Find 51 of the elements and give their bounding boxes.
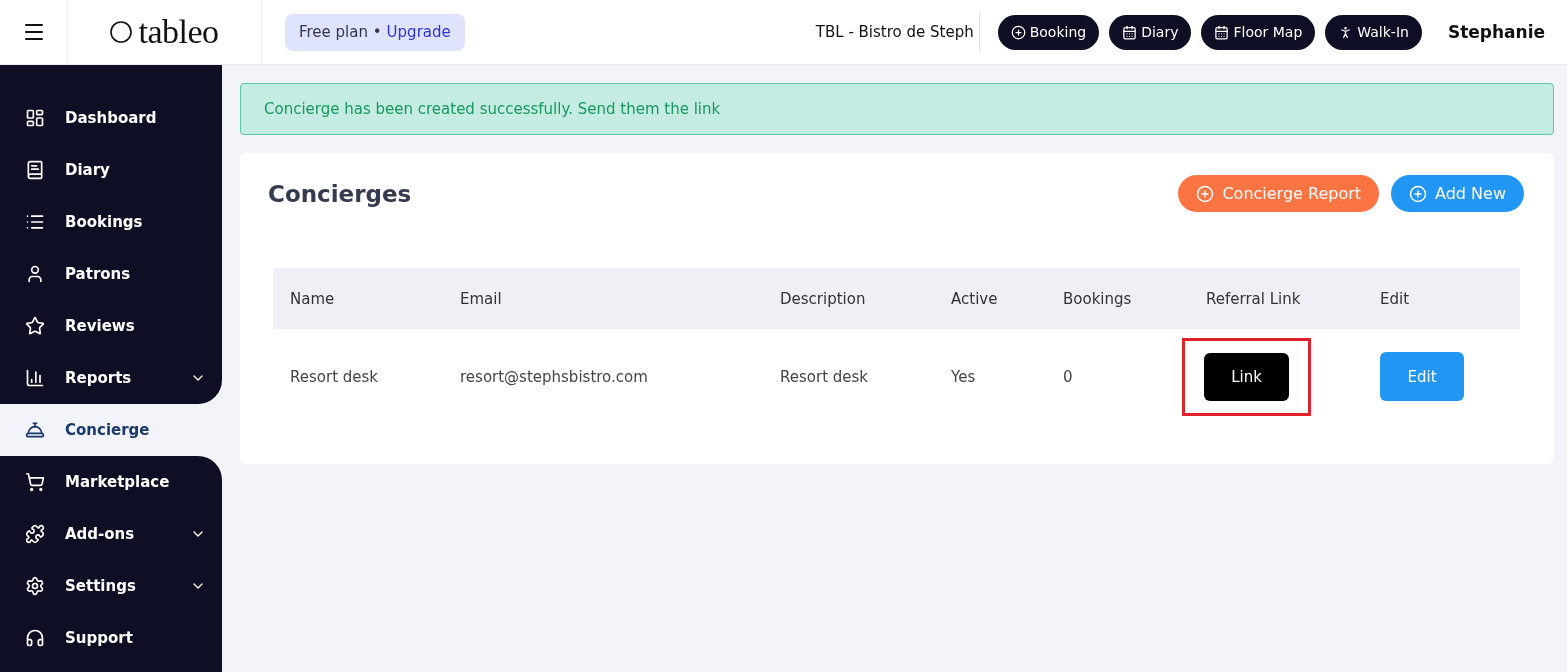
- nav-icon: [25, 264, 45, 284]
- plus-circle-icon: [1196, 184, 1215, 203]
- header-action-button[interactable]: Walk-In: [1325, 14, 1422, 50]
- sidebar-item[interactable]: Add-ons: [0, 508, 222, 560]
- nav-icon: [25, 420, 45, 440]
- sidebar-item[interactable]: Dashboard: [0, 92, 222, 144]
- action-icon: [1214, 24, 1230, 40]
- plus-circle-icon: [1409, 184, 1428, 203]
- column-header: Email: [460, 289, 503, 308]
- nav-icon: [25, 628, 45, 648]
- action-icon: [1010, 24, 1026, 40]
- table-cell-text: Resort desk: [780, 367, 870, 386]
- nav-icon: [25, 576, 45, 596]
- table-cell-text: resort@stephsbistro.com: [460, 367, 649, 386]
- header-action-button[interactable]: Floor Map: [1201, 14, 1316, 50]
- sidebar-item[interactable]: Reports: [0, 352, 222, 404]
- column-header: Bookings: [1063, 289, 1133, 308]
- nav-icon: [25, 212, 45, 232]
- column-header: Edit: [1380, 289, 1411, 308]
- plan-text: Free plan •: [299, 23, 382, 41]
- table-cell-text: Yes: [951, 367, 977, 386]
- success-alert: Concierge has been created successfully. Send them the link: [240, 83, 1554, 135]
- upgrade-link[interactable]: Upgrade: [386, 23, 451, 41]
- logo: tableo: [68, 0, 262, 64]
- nav-icon: [25, 524, 45, 544]
- column-header: Name: [290, 289, 336, 308]
- nav-icon: [25, 472, 45, 492]
- ring-icon: [110, 21, 133, 43]
- nav-icon: [25, 368, 45, 388]
- nav-icon: [25, 316, 45, 336]
- user-name[interactable]: Stephanie: [1447, 22, 1545, 42]
- sidebar-item[interactable]: Settings: [0, 560, 222, 612]
- action-icon: [1122, 24, 1138, 40]
- sidebar-item[interactable]: Patrons: [0, 248, 222, 300]
- venue-name: TBL - Bistro de Steph: [815, 12, 980, 52]
- sidebar-item[interactable]: Bookings: [0, 196, 222, 248]
- header-action-button[interactable]: Diary: [1109, 14, 1192, 50]
- table-cell-text: 0: [1063, 367, 1074, 386]
- sidebar-item[interactable]: Marketplace: [0, 456, 222, 508]
- nav-icon: [25, 108, 45, 128]
- sidebar-item[interactable]: Diary: [0, 144, 222, 196]
- link-button[interactable]: Link: [1204, 352, 1289, 401]
- column-header: Active: [951, 289, 999, 308]
- panel-title: Concierges: [268, 180, 413, 207]
- column-header: Description: [780, 289, 867, 308]
- header-action-button[interactable]: Booking: [997, 14, 1100, 50]
- table-cell-text: Resort desk: [290, 367, 380, 386]
- column-header: Referral Link: [1206, 289, 1302, 308]
- sidebar-item[interactable]: Support: [0, 612, 222, 664]
- sidebar-item[interactable]: Reviews: [0, 300, 222, 352]
- nav-icon: [25, 160, 45, 180]
